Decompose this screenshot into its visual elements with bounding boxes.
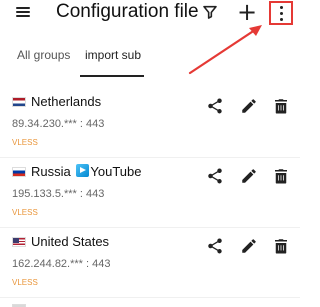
russia-flag-icon: [12, 167, 26, 177]
filter-icon: [203, 5, 217, 19]
trash-icon: [275, 99, 287, 114]
server-name-text: United States: [31, 234, 110, 249]
server-name: Russia YouTube: [12, 164, 141, 179]
server-protocol: VLESS: [12, 208, 38, 217]
server-item[interactable]: Netherlands 89.34.230.*** : 443 VLESS: [0, 88, 300, 158]
pencil-icon: [242, 239, 256, 253]
trash-icon: [275, 239, 287, 254]
filter-button[interactable]: [201, 3, 219, 21]
share-icon: [208, 168, 222, 184]
tab-all-groups[interactable]: All groups: [17, 48, 70, 72]
more-vert-icon: [279, 5, 283, 21]
pencil-icon: [242, 99, 256, 113]
server-name: United States: [12, 234, 109, 249]
tab-import-sub[interactable]: import sub: [85, 48, 141, 72]
server-name: [12, 301, 31, 307]
app-toolbar: Configuration file +: [0, 0, 300, 26]
share-button[interactable]: [206, 167, 224, 185]
server-item[interactable]: Russia YouTube 195.133.5.*** : 443 VLESS: [0, 158, 300, 228]
server-protocol: VLESS: [12, 278, 38, 287]
add-button[interactable]: +: [236, 0, 258, 26]
delete-button[interactable]: [272, 237, 290, 255]
share-icon: [208, 238, 222, 254]
hamburger-menu-icon: [16, 7, 30, 17]
server-name-text: Netherlands: [31, 94, 102, 109]
tab-selected-indicator: [80, 75, 144, 77]
share-button[interactable]: [206, 237, 224, 255]
play-emoji-icon: [76, 164, 90, 177]
server-name-text: Russia: [31, 164, 71, 179]
more-options-button[interactable]: [269, 1, 293, 25]
server-address: 89.34.230.*** : 443: [12, 118, 105, 130]
share-icon: [208, 98, 222, 114]
group-tabs: All groups import sub: [0, 48, 300, 80]
delete-button[interactable]: [272, 97, 290, 115]
netherlands-flag-icon: [12, 97, 26, 107]
plus-icon: +: [236, 0, 258, 26]
menu-button[interactable]: [14, 4, 32, 20]
server-address: 162.244.82.*** : 443: [12, 258, 111, 270]
server-item[interactable]: United States 162.244.82.*** : 443 VLESS: [0, 228, 300, 298]
usa-flag-icon: [12, 237, 26, 247]
server-name: Netherlands: [12, 94, 101, 109]
edit-button[interactable]: [240, 97, 258, 115]
edit-button[interactable]: [240, 167, 258, 185]
server-address: 195.133.5.*** : 443: [12, 188, 105, 200]
trash-icon: [275, 169, 287, 184]
delete-button[interactable]: [272, 167, 290, 185]
server-name-suffix: YouTube: [90, 164, 142, 179]
edit-button[interactable]: [240, 237, 258, 255]
share-button[interactable]: [206, 97, 224, 115]
pencil-icon: [242, 169, 256, 183]
server-item-partial[interactable]: [0, 298, 300, 307]
page-title: Configuration file: [56, 1, 199, 22]
server-protocol: VLESS: [12, 138, 38, 147]
server-list: Netherlands 89.34.230.*** : 443 VLESS Ru…: [0, 88, 300, 307]
